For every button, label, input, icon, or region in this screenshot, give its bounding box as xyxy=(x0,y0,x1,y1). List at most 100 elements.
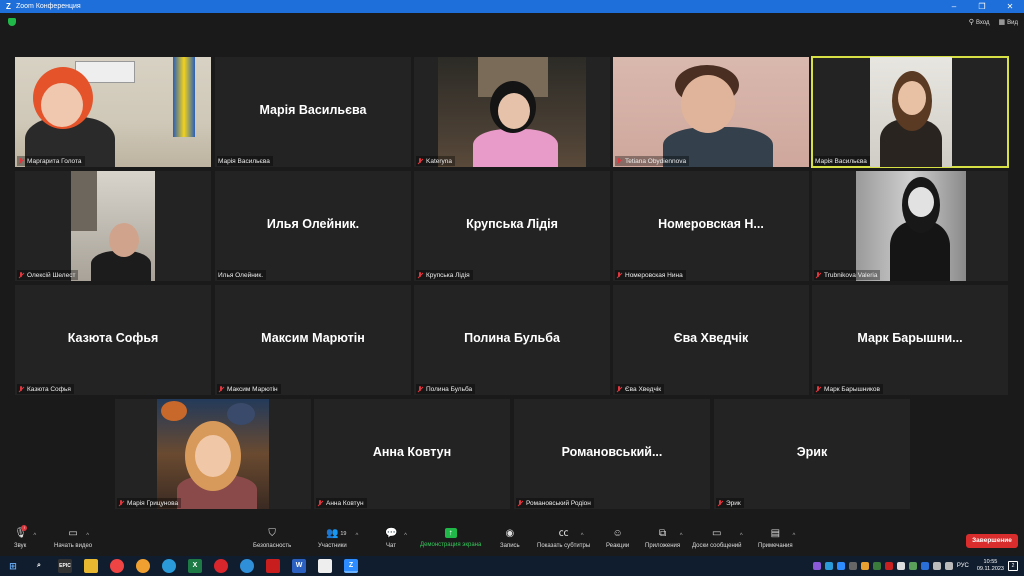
video-tile[interactable]: Казюта Софья Казюта Софья xyxy=(15,285,211,395)
file-explorer-icon[interactable] xyxy=(84,559,98,573)
volume-icon[interactable] xyxy=(944,562,953,570)
chevron-up-icon[interactable]: ^ xyxy=(356,530,359,542)
network-icon[interactable] xyxy=(932,562,941,570)
signin-label: Вход xyxy=(975,20,990,26)
mic-muted-icon xyxy=(616,271,622,279)
record-button[interactable]: ◉ Запись xyxy=(500,528,520,549)
emoji-reaction-icon: ☺ xyxy=(612,528,623,539)
search-icon[interactable]: ⌕ xyxy=(32,559,46,573)
video-tile[interactable]: Tetiana Obydiennova xyxy=(613,57,809,167)
browser-icon[interactable] xyxy=(136,559,150,573)
close-button[interactable]: ✕ xyxy=(996,0,1024,13)
viber-icon[interactable] xyxy=(812,562,821,570)
participants-button[interactable]: 👥 19 ^ Участники xyxy=(318,528,358,549)
reactions-button[interactable]: ☺ Реакции xyxy=(606,528,629,549)
chevron-up-icon[interactable]: ^ xyxy=(740,530,743,542)
system-clock[interactable]: 10:55 09.11.2023 xyxy=(977,559,1004,573)
video-tile[interactable]: Маргарита Голота xyxy=(15,57,211,167)
tray-app-icon[interactable] xyxy=(872,562,881,570)
mic-muted-icon xyxy=(218,385,224,393)
apps-button[interactable]: ⧉ ^ Приложения xyxy=(645,528,683,549)
tray-app-icon[interactable] xyxy=(884,562,893,570)
chevron-up-icon[interactable]: ^ xyxy=(86,530,89,542)
language-indicator[interactable]: РУС xyxy=(957,563,969,569)
whiteboard-icon: ▭ ^ xyxy=(711,528,743,540)
participant-nametag: Полина Бульба xyxy=(416,384,476,394)
share-screen-button[interactable]: ↑ Демонстрация экрана xyxy=(420,528,481,548)
chat-bubble-icon: 💬 ^ xyxy=(385,528,407,540)
video-tile[interactable]: Максим Марютін Максим Марютін xyxy=(215,285,411,395)
video-tile[interactable]: Олексій Шелест xyxy=(15,171,211,281)
video-tile[interactable]: Полина Бульба Полина Бульба xyxy=(414,285,610,395)
excel-icon[interactable]: X xyxy=(188,559,202,573)
notifications-icon[interactable]: 2 xyxy=(1008,561,1018,571)
video-tile[interactable]: Анна Ковтун Анна Ковтун xyxy=(314,399,510,509)
zoom-taskbar-icon[interactable]: Z xyxy=(344,559,358,573)
video-tile[interactable]: Марія Грицунова xyxy=(115,399,311,509)
shield-icon: ⛉ xyxy=(268,528,276,539)
security-button[interactable]: ⛉ Безопасность xyxy=(253,528,291,549)
video-tile[interactable]: Марк Барышни... Марк Барышников xyxy=(812,285,1008,395)
tray-app-icon[interactable] xyxy=(896,562,905,570)
chevron-up-icon[interactable]: ^ xyxy=(581,530,584,542)
microphone-icon: 🎙! ^ xyxy=(14,525,36,540)
video-tile[interactable]: Єва Хведчік Єва Хведчік xyxy=(613,285,809,395)
app-epic-icon[interactable]: EPIC xyxy=(58,559,72,573)
start-video-button[interactable]: ▭ ^ Начать видео xyxy=(54,528,92,549)
video-tile[interactable]: Илья Олейник. Илья Олейник. xyxy=(215,171,411,281)
video-tile[interactable]: Крупська Лідія Крупська Лідія xyxy=(414,171,610,281)
participant-display-name: Анна Ковтун xyxy=(372,445,452,459)
record-icon: ◉ xyxy=(505,528,515,539)
apps-icon: ⧉ ^ xyxy=(657,528,683,540)
tray-app-icon[interactable] xyxy=(860,562,869,570)
video-tile[interactable]: Trubnikova Valeria xyxy=(812,171,1008,281)
participant-display-name: Казюта Софья xyxy=(67,331,159,345)
notes-button[interactable]: ▤ ^ Примечания xyxy=(758,528,796,549)
user-icon: ⚲ xyxy=(968,19,974,26)
minimize-button[interactable]: – xyxy=(940,0,968,13)
zoom-tray-icon[interactable] xyxy=(836,562,845,570)
window-titlebar: Z Zoom Конференция – ❐ ✕ xyxy=(0,0,1024,13)
captions-button[interactable]: ㏄ ^ Показать субтитры xyxy=(537,528,590,549)
video-tile[interactable]: Номеровская Н... Номеровская Нина xyxy=(613,171,809,281)
mic-muted-icon xyxy=(815,385,821,393)
video-tile[interactable]: Kateryna xyxy=(414,57,610,167)
tray-app-icon[interactable] xyxy=(920,562,929,570)
nvidia-icon[interactable] xyxy=(908,562,917,570)
opera-icon[interactable] xyxy=(214,559,228,573)
end-meeting-button[interactable]: Завершение xyxy=(966,534,1018,548)
notepad-icon[interactable] xyxy=(318,559,332,573)
edge-icon[interactable] xyxy=(240,559,254,573)
pdf-reader-icon[interactable] xyxy=(266,559,280,573)
encryption-shield-icon[interactable] xyxy=(8,18,16,26)
tray-app-icon[interactable] xyxy=(848,562,857,570)
participant-display-name: Илья Олейник. xyxy=(266,217,360,231)
telegram-tray-icon[interactable] xyxy=(824,562,833,570)
restore-button[interactable]: ❐ xyxy=(968,0,996,13)
chrome-icon[interactable] xyxy=(110,559,124,573)
signin-button[interactable]: ⚲ Вход xyxy=(969,18,990,26)
video-tile-active-speaker[interactable]: Марія Васильєва xyxy=(811,56,1009,168)
participant-nametag: Марія Васильєва xyxy=(814,156,870,166)
video-tile[interactable]: Эрик Эрик xyxy=(714,399,910,509)
meeting-toolbar: 🎙! ^ Звук ▭ ^ Начать видео ⛉ Безопасность … xyxy=(0,524,1024,556)
windows-start-icon[interactable]: ⊞ xyxy=(6,559,20,573)
windows-taskbar: ⊞ ⌕ EPIC X W Z РУС 10:55 09.11.2023 2 xyxy=(0,556,1024,576)
view-button[interactable]: ▦ Вид xyxy=(999,18,1018,26)
chevron-up-icon[interactable]: ^ xyxy=(33,530,36,542)
chevron-up-icon[interactable]: ^ xyxy=(792,530,795,542)
mic-muted-icon xyxy=(616,385,622,393)
word-icon[interactable]: W xyxy=(292,559,306,573)
audio-button[interactable]: 🎙! ^ Звук xyxy=(14,525,36,549)
chevron-up-icon[interactable]: ^ xyxy=(680,530,683,542)
clock-date: 09.11.2023 xyxy=(976,566,1004,572)
notes-icon: ▤ ^ xyxy=(769,528,796,540)
chat-button[interactable]: 💬 ^ Чат xyxy=(385,528,407,549)
telegram-icon[interactable] xyxy=(162,559,176,573)
whiteboards-button[interactable]: ▭ ^ Доски сообщений xyxy=(692,528,743,549)
participant-display-name: Романовський... xyxy=(561,445,663,459)
video-tile[interactable]: Романовський... Романовський Родіон xyxy=(514,399,710,509)
participant-nametag: Олексій Шелест xyxy=(17,270,79,280)
chevron-up-icon[interactable]: ^ xyxy=(404,530,407,542)
video-tile[interactable]: Марія Васильєва Марія Васильєва xyxy=(215,57,411,167)
